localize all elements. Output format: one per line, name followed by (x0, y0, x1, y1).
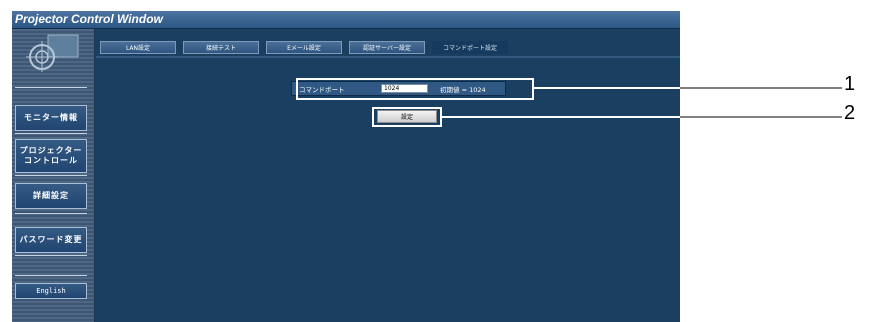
callout-number-1: 1 (844, 73, 856, 95)
callout-leader-lines (442, 87, 842, 118)
callout-number-2: 2 (844, 102, 856, 124)
